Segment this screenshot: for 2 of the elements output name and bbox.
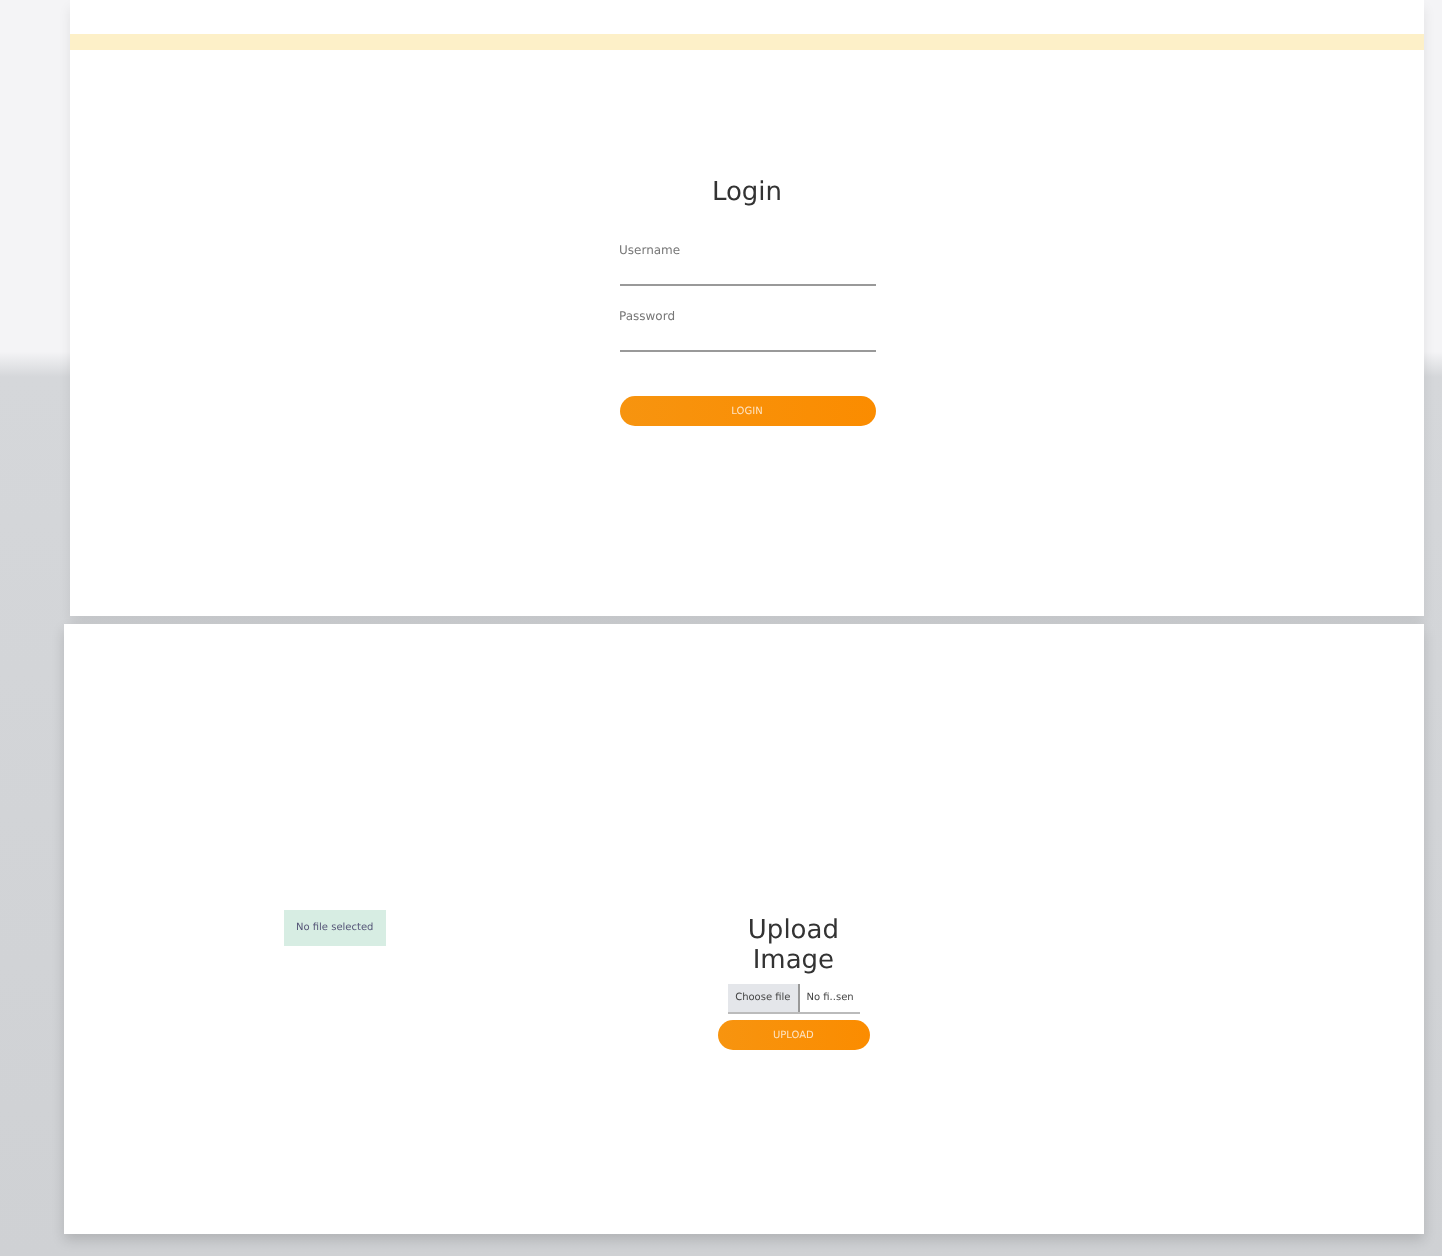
login-title: Login [711, 178, 783, 208]
upload-title: Upload Image [745, 916, 841, 976]
